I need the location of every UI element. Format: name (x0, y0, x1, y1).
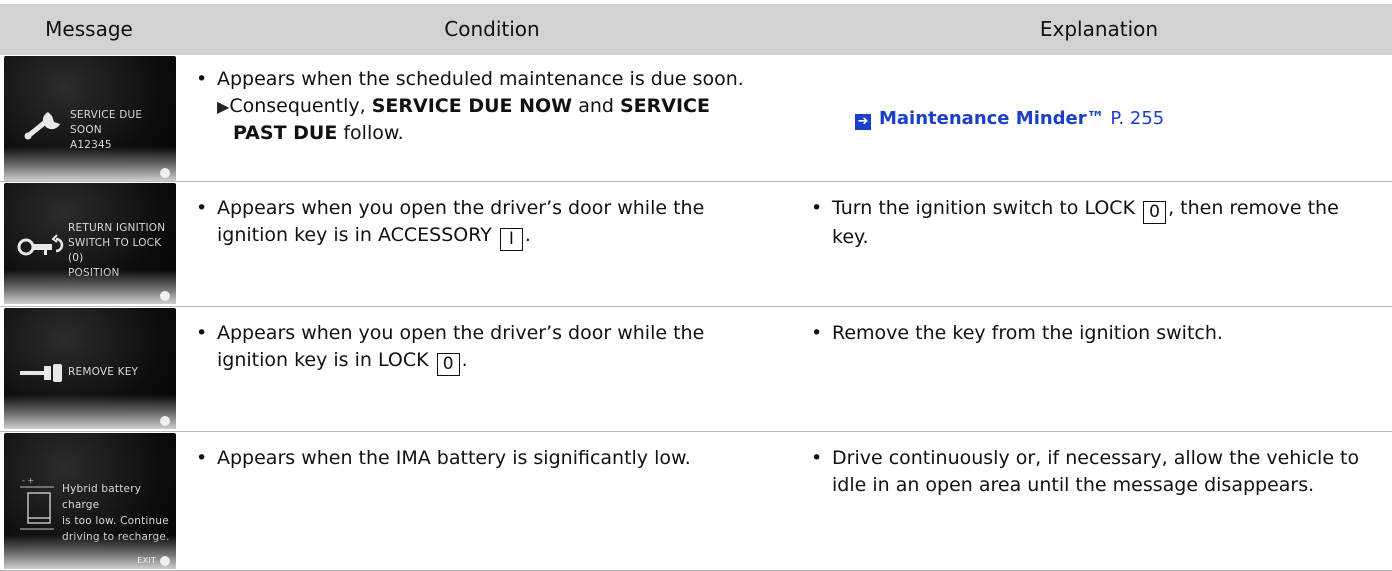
knob-icon (160, 556, 170, 566)
knob-icon (160, 291, 170, 301)
screen-text-line: is too low. Continue (62, 515, 169, 527)
row-divider (0, 306, 1392, 307)
condition-cell: Appears when the IMA battery is signific… (195, 445, 785, 472)
key-position-box: 0 (1143, 201, 1167, 224)
explanation-cell: Turn the ignition switch to LOCK 0, then… (810, 195, 1388, 251)
screen-text-line: RETURN IGNITION (68, 222, 166, 234)
column-header-message: Message (45, 17, 133, 41)
table-row: - + Hybrid battery charge is too low. Co… (0, 433, 1392, 571)
battery-icon: - + (20, 476, 54, 530)
knob-icon (160, 416, 170, 426)
screen-footer-exit: EXIT (137, 556, 156, 565)
screen-text-line: Hybrid battery charge (62, 483, 142, 511)
key-icon (20, 364, 62, 382)
svg-text:- +: - + (22, 476, 34, 485)
reference-arrow-icon: ➜ (855, 114, 871, 130)
explanation-cell: Drive continuously or, if necessary, all… (810, 445, 1388, 499)
table-row: RETURN IGNITION SWITCH TO LOCK (0) POSIT… (0, 183, 1392, 306)
wrench-icon (24, 112, 60, 140)
table-header: Message Condition Explanation (0, 4, 1392, 55)
condition-bullet: Appears when the IMA battery is signific… (195, 445, 785, 472)
message-screen-thumbnail: SERVICE DUE SOON A12345 (4, 56, 176, 181)
message-screen-thumbnail: RETURN IGNITION SWITCH TO LOCK (0) POSIT… (4, 183, 176, 304)
table-row: SERVICE DUE SOON A12345 Appears when the… (0, 56, 1392, 181)
key-position-box: 0 (436, 353, 460, 376)
explanation-cell: ➜ Maintenance Minder™ P. 255 (855, 105, 1392, 132)
table-row: REMOVE KEY Appears when you open the dri… (0, 308, 1392, 431)
message-screen-thumbnail: - + Hybrid battery charge is too low. Co… (4, 433, 176, 569)
screen-text-line: SERVICE DUE SOON (70, 109, 143, 136)
condition-cell: Appears when you open the driver’s door … (195, 320, 785, 376)
key-position-box: I (499, 228, 523, 251)
condition-bullet: Appears when you open the driver’s door … (195, 320, 785, 347)
key-icon (17, 234, 64, 256)
knob-icon (160, 168, 170, 178)
column-header-explanation: Explanation (1039, 17, 1159, 41)
message-screen-thumbnail: REMOVE KEY (4, 308, 176, 429)
condition-bullet: Appears when you open the driver’s door … (195, 195, 785, 222)
screen-text-line: REMOVE KEY (68, 366, 139, 378)
column-header-condition: Condition (444, 17, 540, 41)
row-divider (0, 431, 1392, 432)
condition-cell: Appears when you open the driver’s door … (195, 195, 785, 251)
condition-bullet: Appears when the scheduled maintenance i… (195, 66, 785, 93)
explanation-cell: Remove the key from the ignition switch. (810, 320, 1388, 347)
row-divider (0, 181, 1392, 182)
maintenance-minder-link[interactable]: ➜ Maintenance Minder™ P. 255 (855, 108, 1164, 130)
screen-text-line: SWITCH TO LOCK (0) (68, 237, 162, 264)
triangle-icon: ▶ (217, 97, 230, 116)
condition-cell: Appears when the scheduled maintenance i… (195, 66, 785, 147)
